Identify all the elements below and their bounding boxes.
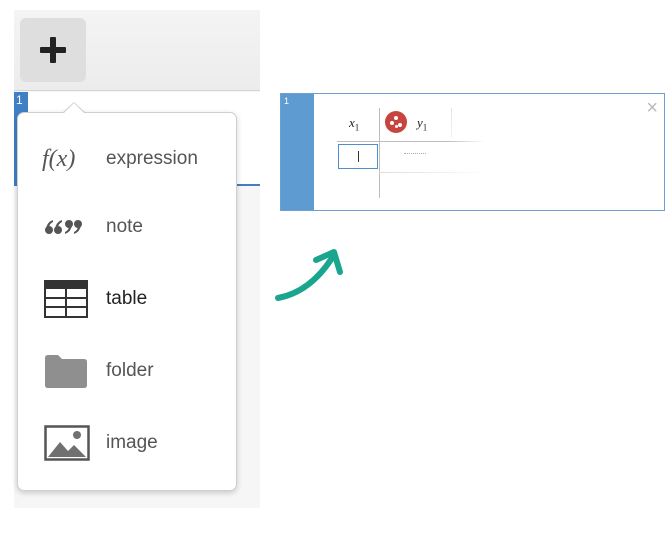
menu-item-folder[interactable]: folder [18,343,236,399]
close-icon[interactable]: × [646,98,658,118]
table-cell-x-input[interactable] [338,144,378,169]
row-tab: 1 [281,94,314,210]
plus-icon [40,37,66,63]
menu-item-label: folder [106,360,154,381]
menu-caret [62,102,86,114]
folder-icon [44,353,92,389]
table-divider [379,172,489,173]
menu-item-table[interactable]: table [18,271,236,327]
add-item-menu: f(x) expression note table folder image [17,102,237,491]
text-cursor [358,151,359,162]
table-divider [379,108,380,198]
menu-item-image[interactable]: image [18,415,236,471]
row-number: 1 [16,93,23,107]
quote-icon [44,219,92,235]
column-header-y[interactable]: y1 [417,115,427,133]
table-expression-row[interactable]: 1 × x1 y1 [280,93,665,211]
table-divider [337,141,485,142]
menu-item-label: image [106,432,158,453]
column-header-x[interactable]: x1 [349,115,359,133]
table-icon [44,280,92,318]
point-style-icon[interactable] [385,111,407,133]
table-cell-y-placeholder[interactable] [404,153,426,154]
menu-item-label: note [106,216,143,237]
function-icon: f(x) [42,145,76,172]
image-icon [44,425,92,461]
menu-item-label: table [106,288,148,309]
menu-item-note[interactable]: note [18,199,236,255]
table-divider [451,108,452,138]
menu-item-expression[interactable]: f(x) expression [18,131,236,187]
transition-arrow-icon [270,242,350,309]
row-number: 1 [284,96,290,106]
add-item-button[interactable] [20,18,86,82]
menu-item-label: expression [106,148,198,169]
